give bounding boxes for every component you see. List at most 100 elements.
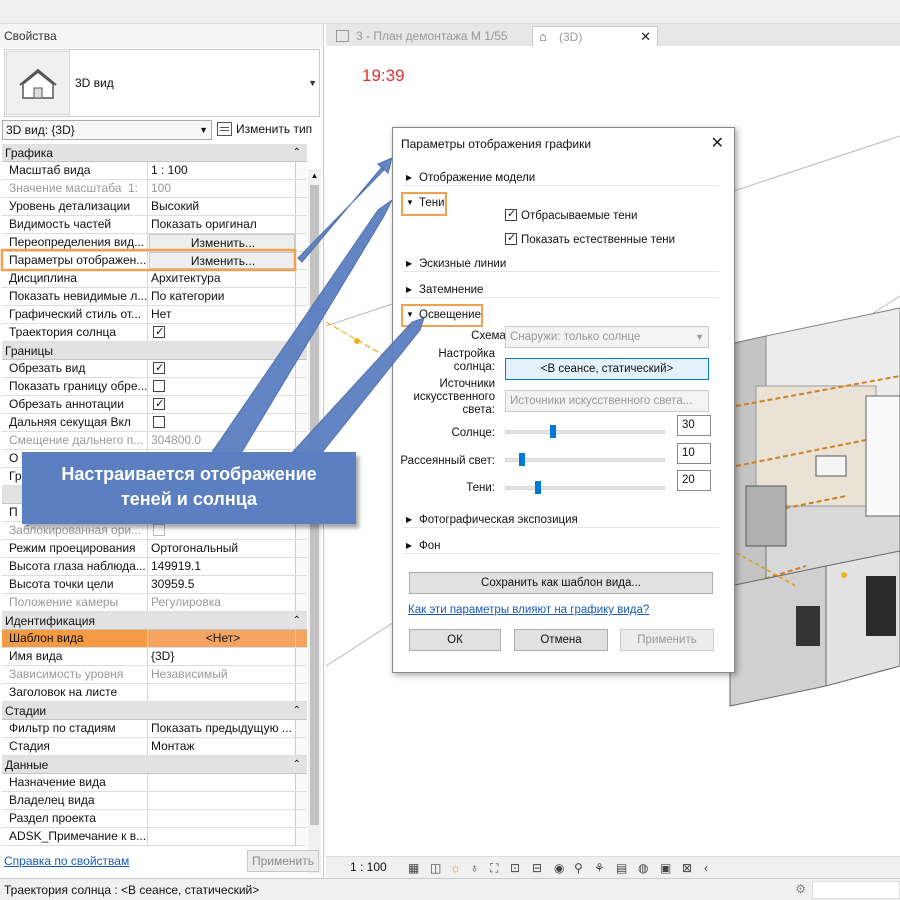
properties-help-link[interactable]: Справка по свойствам [4,854,129,868]
row-eye-elevation[interactable]: Высота глаза наблюда... 149919.1 [2,558,307,576]
shadow-intensity-input[interactable]: 20 [677,470,711,491]
tab-demolition-plan[interactable]: 3 - План демонтажа М 1/55 [330,26,526,46]
analysis-icon[interactable]: ⚘ [594,861,605,875]
prop-value[interactable]: 30959.5 [149,576,295,593]
group-data[interactable]: Данные ⌃ [2,756,307,774]
row-crop-border[interactable]: Показать границу обре... [2,378,307,396]
edit-type-button[interactable]: Изменить тип [214,120,322,140]
section-sketchy-lines[interactable]: ▶ Эскизные линии [403,256,719,272]
row-parts-visibility[interactable]: Видимость частей Показать оригинал [2,216,307,234]
detail-level-icon[interactable]: ▦ [408,861,419,875]
ambient-light-input[interactable]: 10 [677,443,711,464]
temporary-hide-icon[interactable]: ◉ [554,861,564,875]
row-title-on-sheet[interactable]: Заголовок на листе [2,684,307,702]
close-icon[interactable]: ✕ [711,133,724,153]
row-crop-annotations[interactable]: Обрезать аннотации [2,396,307,414]
prop-value[interactable]: Нет [149,306,295,323]
worksets-icon[interactable]: ▣ [660,861,671,875]
row-far-clip[interactable]: Дальняя секущая Вкл [2,414,307,432]
sun-intensity-slider[interactable] [505,430,665,434]
reveal-hidden-icon[interactable]: ⚲ [574,861,583,875]
crop-annotations-checkbox[interactable] [153,396,165,413]
row-display-options[interactable]: Параметры отображен... Изменить... [2,252,307,270]
scroll-up-icon[interactable]: ▲ [308,169,321,183]
worksharing-icon[interactable]: ⚙ [795,882,806,896]
group-bounds[interactable]: Границы [2,342,307,360]
row-hidden-lines[interactable]: Показать невидимые л... По категории [2,288,307,306]
group-phasing[interactable]: Стадии ⌃ [2,702,307,720]
row-visibility-overrides[interactable]: Переопределения вид... Изменить... [2,234,307,252]
apply-button[interactable]: Применить [620,629,714,651]
far-clip-checkbox[interactable] [153,416,165,428]
display-options-edit-button[interactable]: Изменить... [149,252,295,269]
shadow-intensity-slider[interactable] [505,486,665,490]
sun-intensity-input[interactable]: 30 [677,415,711,436]
prop-value[interactable]: 1 : 100 [149,162,295,179]
cancel-button[interactable]: Отмена [514,629,608,651]
sun-path-checkbox[interactable] [153,324,165,341]
prop-value[interactable] [149,828,295,845]
visual-style-icon[interactable]: ◫ [430,861,441,875]
dialog-help-link[interactable]: Как эти параметры влияют на графику вида… [408,604,649,616]
row-crop-view[interactable]: Обрезать вид [2,360,307,378]
section-photographic-exposure[interactable]: ▶ Фотографическая экспозиция [403,512,719,528]
ambient-light-slider[interactable] [505,458,665,462]
row-sun-path[interactable]: Траектория солнца [2,324,307,342]
lock-view-icon[interactable]: ⊟ [532,861,542,875]
sun-path-icon[interactable]: ☼ [450,861,461,875]
group-identity[interactable]: Идентификация ⌃ [2,612,307,630]
row-adsk-note[interactable]: ADSK_Примечание к в... [2,828,307,846]
properties-apply-button[interactable]: Применить [247,850,319,872]
prop-value[interactable] [149,684,295,701]
row-phase[interactable]: Стадия Монтаж [2,738,307,756]
row-view-scale[interactable]: Масштаб вида 1 : 100 [2,162,307,180]
tab-3d[interactable]: ⌂ (3D) ✕ [532,26,658,46]
group-graphics[interactable]: Графика ⌃ [2,144,307,162]
row-view-name[interactable]: Имя вида {3D} [2,648,307,666]
prop-value[interactable] [149,810,295,827]
row-target-elevation[interactable]: Высота точки цели 30959.5 [2,576,307,594]
shadows-icon[interactable]: ♁ [470,861,479,875]
crop-region-icon[interactable]: ⊡ [510,861,520,875]
collapse-icon[interactable]: ‹ [704,861,708,875]
ok-button[interactable]: ОК [409,629,501,651]
chevron-down-icon[interactable]: ▼ [308,78,317,88]
row-detail-level[interactable]: Уровень детализации Высокий [2,198,307,216]
artificial-lights-button[interactable]: Источники искусственного света... [505,390,709,412]
sun-intensity-knob[interactable] [550,425,556,438]
row-project-section[interactable]: Раздел проекта [2,810,307,828]
ambient-shadows-option[interactable]: Показать естественные тени [505,231,675,246]
temporary-view-icon[interactable]: ▤ [616,861,627,875]
prop-value[interactable]: Монтаж [149,738,295,755]
ambient-shadows-checkbox[interactable] [505,231,517,245]
row-view-template[interactable]: Шаблон вида <Нет> [2,630,307,648]
status-field[interactable] [812,881,900,899]
view-instance-selector[interactable]: 3D вид: {3D} ▼ [2,120,212,140]
ambient-light-knob[interactable] [519,453,525,466]
prop-value[interactable]: 149919.1 [149,558,295,575]
section-model-display[interactable]: ▶ Отображение модели [403,170,719,186]
view-scale[interactable]: 1 : 100 [350,860,387,874]
prop-value[interactable]: {3D} [149,648,295,665]
overrides-edit-button[interactable]: Изменить... [149,234,295,251]
prop-value[interactable] [149,792,295,809]
crop-border-checkbox[interactable] [153,380,165,392]
row-discipline[interactable]: Дисциплина Архитектура [2,270,307,288]
prop-value[interactable]: Высокий [149,198,295,215]
prop-value[interactable] [149,774,295,791]
view-template-button[interactable]: <Нет> [149,630,295,647]
section-depth-cueing[interactable]: ▶ Затемнение [403,282,719,298]
crop-view-checkbox[interactable] [153,360,165,377]
prop-value[interactable]: Ортогональный [149,540,295,557]
row-projection-mode[interactable]: Режим проецирования Ортогональный [2,540,307,558]
crop-view-icon[interactable]: ⛶ [490,861,498,876]
cast-shadows-option[interactable]: Отбрасываемые тени [505,207,637,222]
scheme-dropdown[interactable]: Снаружи: только солнце ▼ [505,326,709,348]
constraints-icon[interactable]: ⊠ [682,861,692,875]
section-background[interactable]: ▶ Фон [403,538,719,554]
prop-value[interactable]: Показать предыдущую ... [149,720,295,737]
save-as-template-button[interactable]: Сохранить как шаблон вида... [409,572,713,594]
type-selector[interactable]: 3D вид ▼ [4,49,320,117]
prop-value[interactable]: Показать оригинал [149,216,295,233]
row-view-owner[interactable]: Владелец вида [2,792,307,810]
